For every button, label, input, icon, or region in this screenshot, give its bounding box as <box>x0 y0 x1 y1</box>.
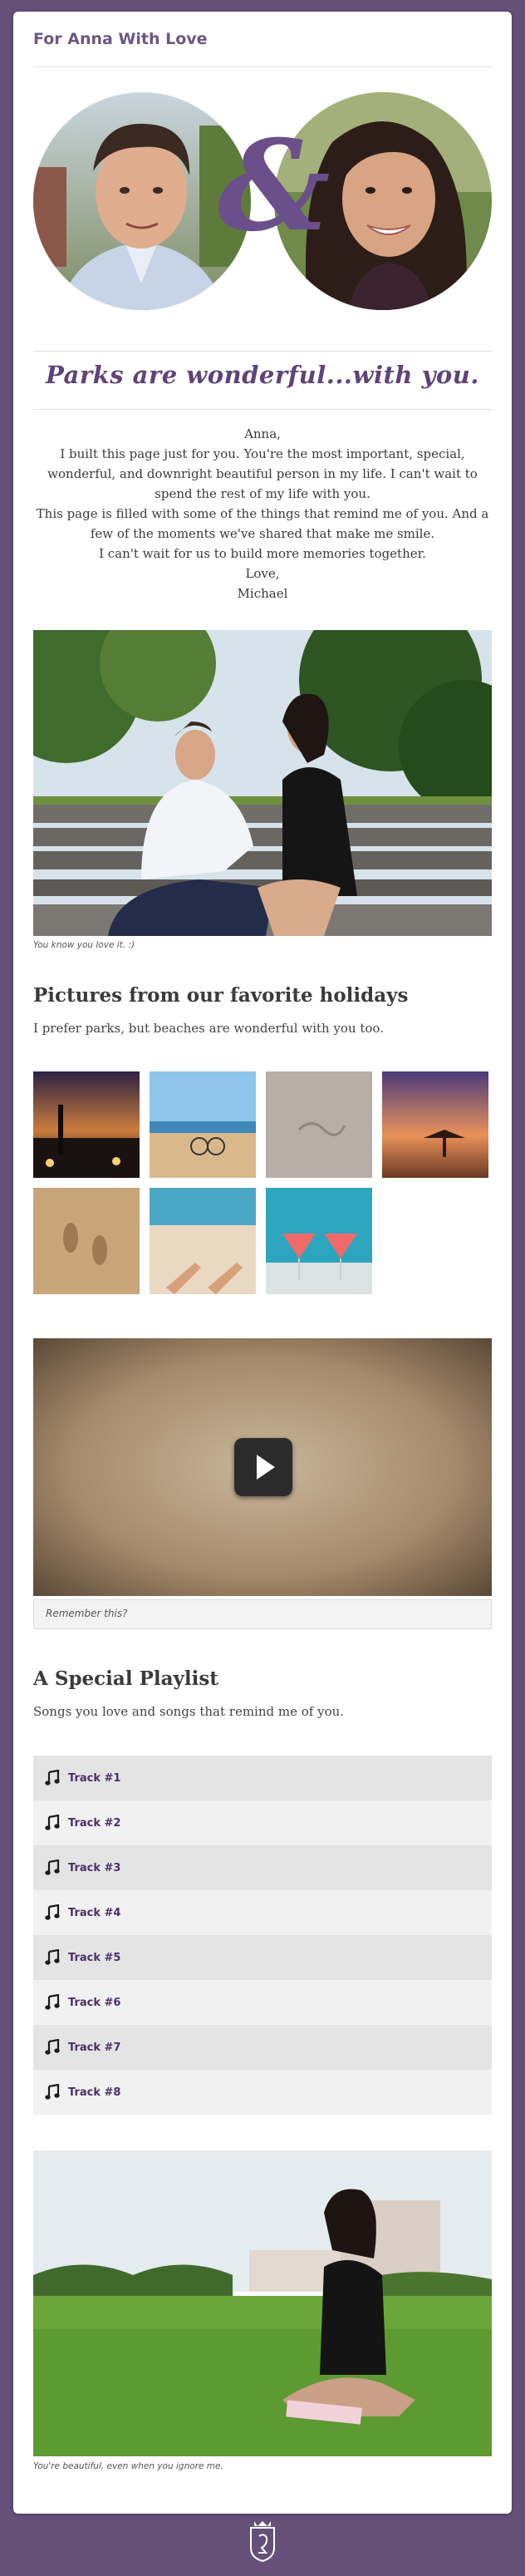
park-photo <box>33 2150 492 2456</box>
gallery-thumb-beach-feet[interactable] <box>150 1188 256 1294</box>
holidays-subtext: I prefer parks, but beaches are wonderfu… <box>33 1021 384 1036</box>
couple-portraits: & <box>33 92 492 313</box>
music-note-icon <box>45 1859 60 1875</box>
tagline: Parks are wonderful...with you. <box>46 361 479 389</box>
letter-closing: Love, <box>245 566 280 581</box>
holidays-heading: Pictures from our favorite holidays <box>33 984 409 1007</box>
playlist-track[interactable]: Track #4 <box>33 1890 492 1935</box>
gallery-thumb-beach-sunset[interactable] <box>382 1071 488 1178</box>
track-title: Track #7 <box>68 2041 121 2054</box>
love-letter: Anna, I built this page just for you. Yo… <box>33 424 492 603</box>
site-title[interactable]: For Anna With Love <box>33 30 208 48</box>
music-note-icon <box>45 1949 60 1965</box>
music-note-icon <box>45 1770 60 1785</box>
music-note-icon <box>45 1994 60 2010</box>
letter-signature: Michael <box>237 586 288 601</box>
music-note-icon <box>45 2084 60 2100</box>
gallery-thumb-sunset-dinner[interactable] <box>33 1071 140 1178</box>
gallery-thumb-cocktails[interactable] <box>266 1188 372 1294</box>
playlist-track[interactable]: Track #8 <box>33 2070 492 2115</box>
video-caption-bar: Remember this? <box>33 1599 492 1629</box>
letter-greeting: Anna, <box>244 426 281 441</box>
tagline-divider-bottom <box>33 409 492 410</box>
header-divider <box>33 66 492 67</box>
crest-logo-icon[interactable] <box>246 2519 279 2563</box>
playlist-track[interactable]: Track #1 <box>33 1756 492 1800</box>
playlist-track[interactable]: Track #3 <box>33 1845 492 1890</box>
gallery-thumb-beach-bikes[interactable] <box>150 1071 256 1178</box>
playlist-heading: A Special Playlist <box>33 1667 218 1690</box>
video-caption: Remember this? <box>46 1608 128 1619</box>
gallery-thumb-sand-writing[interactable] <box>266 1071 372 1178</box>
page-card: For Anna With Love & Parks are wonderful… <box>13 12 512 2514</box>
playlist-subtext: Songs you love and songs that remind me … <box>33 1704 345 1719</box>
playlist: Track #1 Track #2 Track #3 Track #4 Trac… <box>33 1756 492 2115</box>
letter-paragraph: This page is filled with some of the thi… <box>36 506 489 541</box>
tagline-divider-top <box>33 351 492 352</box>
bench-photo-caption: You know you love it. :) <box>33 940 135 950</box>
track-title: Track #3 <box>68 1861 121 1874</box>
ampersand: & <box>218 113 331 259</box>
music-note-icon <box>45 1904 60 1920</box>
playlist-track[interactable]: Track #7 <box>33 2025 492 2070</box>
track-title: Track #5 <box>68 1951 121 1964</box>
track-title: Track #2 <box>68 1816 121 1830</box>
bench-photo <box>33 630 492 936</box>
music-note-icon <box>45 2039 60 2055</box>
gallery-thumb-footprints[interactable] <box>33 1188 140 1294</box>
music-note-icon <box>45 1815 60 1830</box>
letter-paragraph: I built this page just for you. You're t… <box>47 446 478 501</box>
playlist-track[interactable]: Track #2 <box>33 1800 492 1845</box>
track-title: Track #6 <box>68 1996 121 2009</box>
park-photo-caption: You're beautiful, even when you ignore m… <box>33 2461 223 2471</box>
track-title: Track #4 <box>68 1906 121 1919</box>
track-title: Track #1 <box>68 1771 121 1785</box>
play-button[interactable] <box>234 1438 292 1496</box>
track-title: Track #8 <box>68 2086 121 2099</box>
playlist-track[interactable]: Track #5 <box>33 1935 492 1980</box>
video-player[interactable] <box>33 1338 492 1596</box>
playlist-track[interactable]: Track #6 <box>33 1980 492 2025</box>
letter-paragraph: I can't wait for us to build more memori… <box>99 546 426 561</box>
